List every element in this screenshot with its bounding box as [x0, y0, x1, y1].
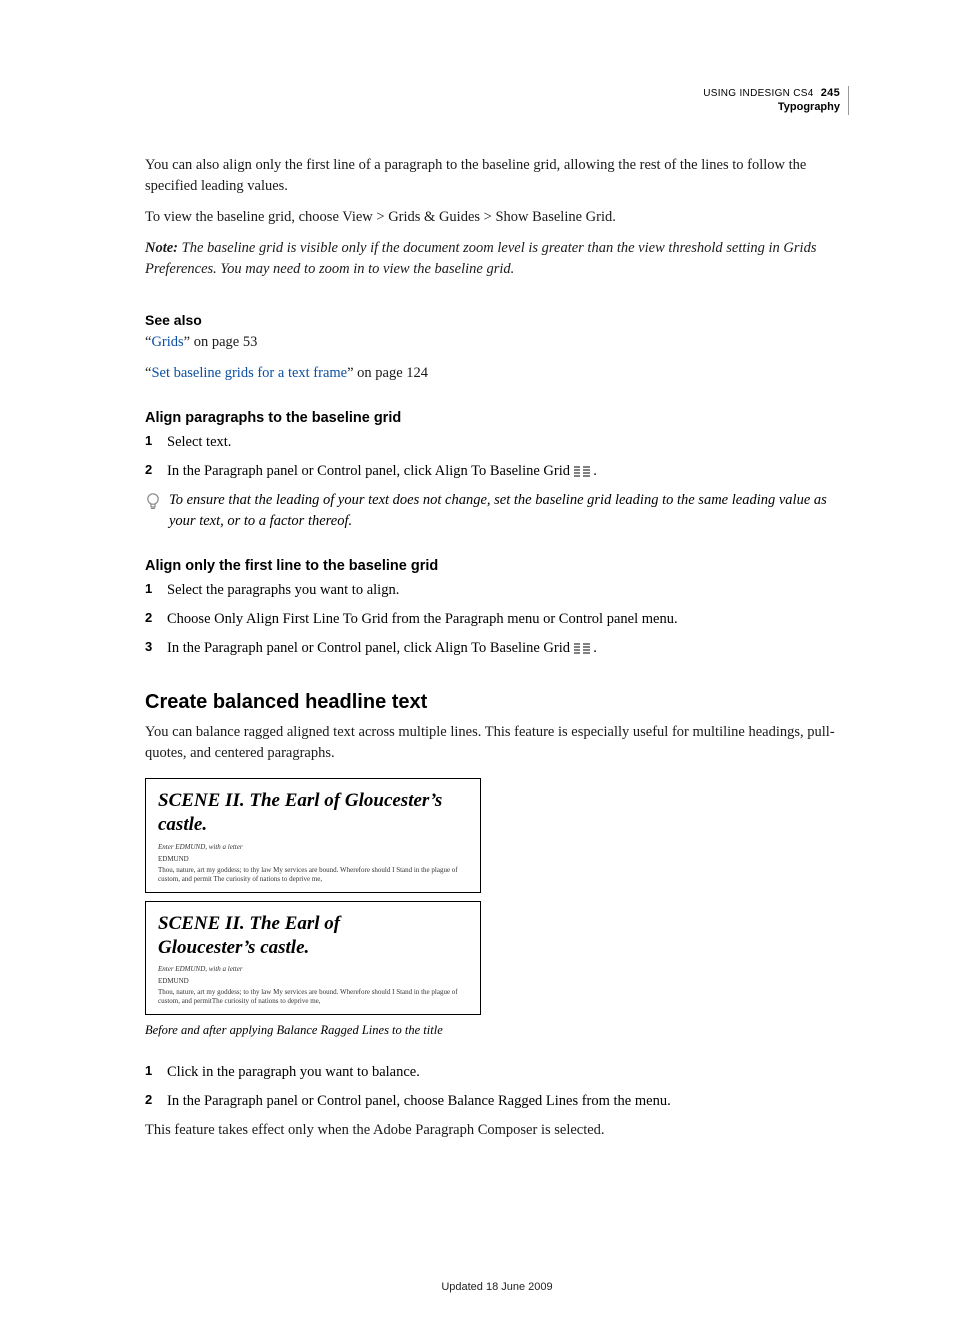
body-text: To view the baseline grid, choose View >… — [145, 207, 849, 228]
step-item: Select text. — [145, 432, 849, 453]
figure-box-after: SCENE II. The Earl of Gloucester’s castl… — [145, 901, 481, 1016]
step-item: Choose Only Align First Line To Grid fro… — [145, 609, 849, 630]
lightbulb-icon — [145, 492, 161, 512]
page-content: You can also align only the first line o… — [145, 85, 849, 1293]
see-also-item: “Grids” on page 53 — [145, 332, 849, 353]
section-heading: Create balanced headline text — [145, 691, 849, 714]
figure-small-text: EDMUND — [158, 977, 468, 986]
figure-small-text: Thou, nature, art my goddess; to thy law… — [158, 866, 468, 884]
figure-title: SCENE II. The Earl of Gloucester’s castl… — [158, 912, 368, 960]
figure-small-text: Enter EDMUND, with a letter — [158, 843, 468, 853]
page-number: 245 — [817, 87, 840, 99]
note-text: Note: The baseline grid is visible only … — [145, 238, 849, 280]
subheading: Align only the first line to the baselin… — [145, 558, 849, 574]
figure-small-text: EDMUND — [158, 855, 468, 864]
step-item: Click in the paragraph you want to balan… — [145, 1062, 849, 1083]
page-footer: Updated 18 June 2009 — [145, 1281, 849, 1293]
see-also-item: “Set baseline grids for a text frame” on… — [145, 363, 849, 384]
align-to-baseline-grid-icon — [574, 643, 590, 654]
doc-title: USING INDESIGN CS4 — [703, 88, 813, 99]
subheading: Align paragraphs to the baseline grid — [145, 410, 849, 426]
step-item: Select the paragraphs you want to align. — [145, 580, 849, 601]
note-label: Note: — [145, 240, 178, 256]
chapter-title: Typography — [703, 100, 840, 114]
step-list: Click in the paragraph you want to balan… — [145, 1062, 849, 1112]
step-list: Select the paragraphs you want to align.… — [145, 580, 849, 659]
figure-small-text: Enter EDMUND, with a letter — [158, 965, 468, 975]
body-text: You can also align only the first line o… — [145, 155, 849, 197]
step-item: In the Paragraph panel or Control panel,… — [145, 1091, 849, 1112]
link-grids[interactable]: Grids — [151, 334, 183, 350]
figure-caption: Before and after applying Balance Ragged… — [145, 1023, 849, 1038]
align-to-baseline-grid-icon — [574, 466, 590, 477]
see-also-heading: See also — [145, 312, 849, 328]
body-text: This feature takes effect only when the … — [145, 1120, 849, 1141]
figure-box-before: SCENE II. The Earl of Gloucester’s castl… — [145, 778, 481, 893]
tip-text: To ensure that the leading of your text … — [169, 490, 849, 532]
page-header: USING INDESIGN CS4 245 Typography — [703, 86, 849, 115]
note-body: The baseline grid is visible only if the… — [145, 240, 816, 277]
figure-title: SCENE II. The Earl of Gloucester’s castl… — [158, 789, 468, 837]
figure-small-text: Thou, nature, art my goddess; to thy law… — [158, 988, 468, 1006]
step-item: In the Paragraph panel or Control panel,… — [145, 461, 849, 482]
step-list: Select text. In the Paragraph panel or C… — [145, 432, 849, 482]
step-item: In the Paragraph panel or Control panel,… — [145, 638, 849, 659]
body-text: You can balance ragged aligned text acro… — [145, 722, 849, 764]
figure: SCENE II. The Earl of Gloucester’s castl… — [145, 778, 849, 1038]
link-set-baseline-grids[interactable]: Set baseline grids for a text frame — [151, 365, 347, 381]
tip: To ensure that the leading of your text … — [145, 490, 849, 532]
